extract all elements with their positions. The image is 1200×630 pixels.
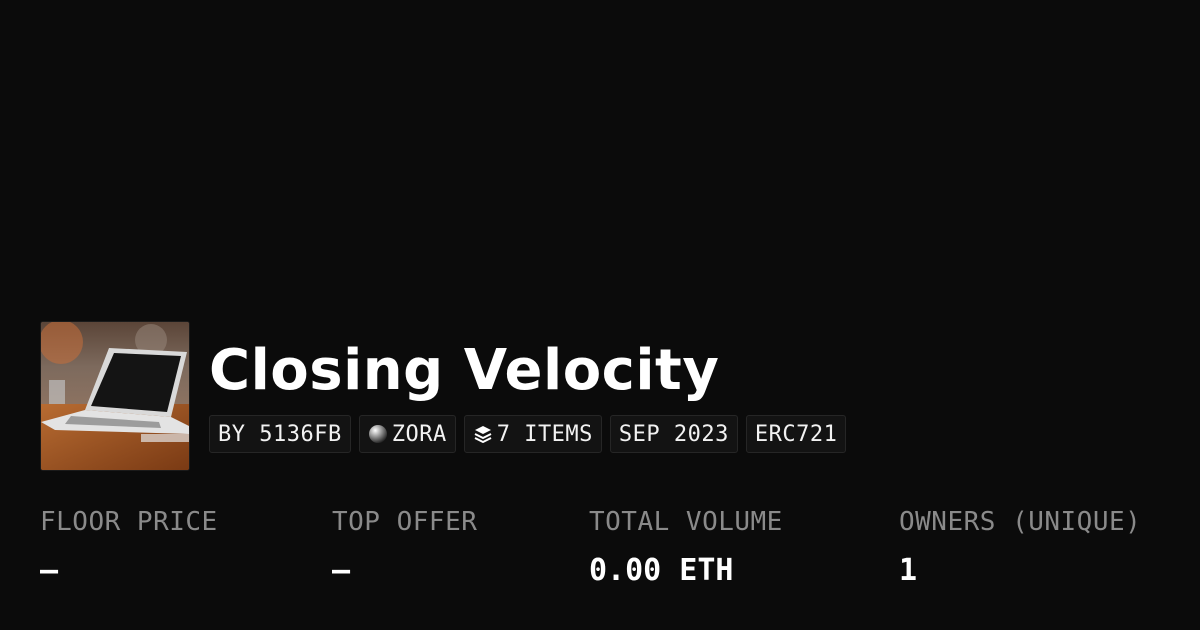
zora-orb-icon xyxy=(368,424,388,444)
date-badge: SEP 2023 xyxy=(609,415,738,453)
floor-price-label: FLOOR PRICE xyxy=(40,507,218,537)
items-label: 7 ITEMS xyxy=(496,421,593,447)
top-offer-stat: TOP OFFER – xyxy=(332,505,477,588)
owners-label: OWNERS (UNIQUE) xyxy=(899,507,1142,537)
collection-title: Closing Velocity xyxy=(209,338,720,403)
floor-price-value: – xyxy=(40,553,59,588)
date-label: SEP 2023 xyxy=(618,421,729,447)
total-volume-label: TOTAL VOLUME xyxy=(589,507,783,537)
chain-badge[interactable]: ZORA xyxy=(358,415,456,453)
standard-badge: ERC721 xyxy=(745,415,847,453)
top-offer-label: TOP OFFER xyxy=(332,507,478,537)
standard-label: ERC721 xyxy=(754,421,838,447)
top-offer-value: – xyxy=(332,553,351,588)
items-badge[interactable]: 7 ITEMS xyxy=(463,415,602,453)
creator-label: BY 5136FB xyxy=(218,421,342,447)
total-volume-stat: TOTAL VOLUME 0.00 ETH xyxy=(589,505,783,588)
creator-badge[interactable]: BY 5136FB xyxy=(209,415,351,453)
collection-header: Closing Velocity BY 5136FB ZORA 7 ITEMS … xyxy=(40,321,847,471)
chain-label: ZORA xyxy=(391,421,447,447)
floor-price-stat: FLOOR PRICE – xyxy=(40,505,218,588)
laptop-image xyxy=(41,322,189,470)
title-block: Closing Velocity BY 5136FB ZORA 7 ITEMS … xyxy=(209,321,847,453)
collection-badges: BY 5136FB ZORA 7 ITEMS SEP 2023 ERC721 xyxy=(209,415,847,453)
total-volume-value: 0.00 ETH xyxy=(589,553,734,588)
owners-stat: OWNERS (UNIQUE) 1 xyxy=(899,505,1141,588)
collection-thumbnail xyxy=(40,321,190,471)
owners-value: 1 xyxy=(899,553,918,588)
layers-icon xyxy=(473,424,493,444)
